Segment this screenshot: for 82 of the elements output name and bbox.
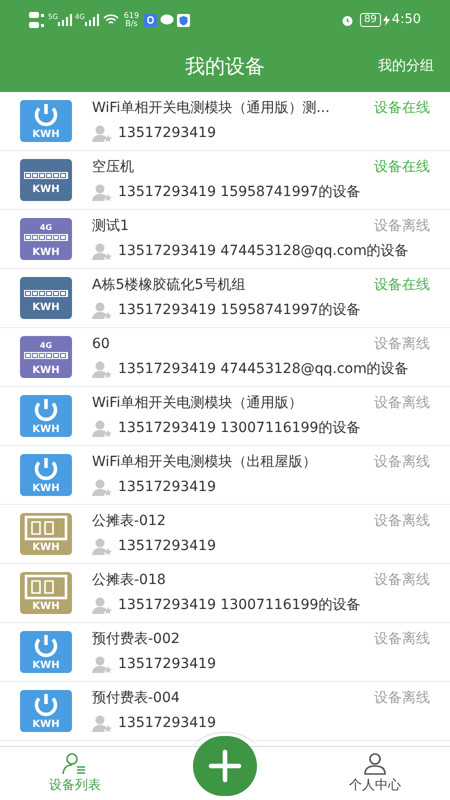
user-star-icon [92,714,112,732]
device-row[interactable]: KWH 空压机 设备在线 13517293419 15958741997的设备 [0,151,450,210]
device-owner: 13517293419 [118,537,216,556]
device-status: 设备离线 [374,394,430,413]
device-status: 设备离线 [374,630,430,649]
device-status: 设备离线 [374,512,430,531]
wifi-icon [102,14,119,26]
device-row[interactable]: KWH 公摊表-018 设备离线 13517293419 13007116199的设备 [0,564,450,623]
device-owner: 13517293419 [118,714,216,733]
device-name: 测试1 [92,217,129,236]
chat-bubble-icon [160,14,174,26]
power-meter-icon: KWH [20,690,72,732]
electric-meter-icon: 4G KWH [20,336,72,378]
device-name: 公摊表-012 [92,512,166,531]
device-owner: 13517293419 474453128@qq.com的设备 [118,360,409,379]
user-star-icon [92,242,112,260]
device-status: 设备离线 [374,335,430,354]
power-meter-icon: KWH [20,395,72,437]
device-owner: 13517293419 [118,124,216,143]
user-icon [363,753,387,776]
user-star-icon [92,596,112,614]
nav-tab[interactable]: 个人中心 [300,747,450,800]
device-name: WiFi单相开关电测模块（出租屋版） [92,453,316,472]
power-meter-icon: KWH [20,631,72,673]
device-owner: 13517293419 15958741997的设备 [118,183,360,202]
user-star-icon [92,656,112,674]
device-owner: 13517293419 [118,655,216,674]
user-star-icon [92,538,112,556]
device-status: 设备在线 [374,158,430,177]
device-row[interactable]: KWH A栋5楼橡胶硫化5号机组 设备在线 13517293419 15958741997的设备 [0,269,450,328]
user-star-icon [92,302,112,320]
device-row[interactable]: KWH 预付费表-002 设备离线 13517293419 [0,623,450,682]
user-star-icon [92,478,112,496]
app-notification-icon [144,14,158,26]
electric-meter-icon: KWH [20,159,72,201]
device-status: 设备在线 [374,99,430,118]
device-row[interactable]: 4G KWH 测试1 设备离线 13517293419 474453128@qq.com的设备 [0,210,450,269]
device-row[interactable]: KWH WiFi单相开关电测模块（通用版） 设备离线 13517293419 13007116199的设备 [0,387,450,446]
network-speed-unit: B/s [125,20,138,28]
device-name: 60 [92,335,110,354]
user-star-icon [92,124,112,142]
device-name: WiFi单相开关电测模块（通用版） [92,394,302,413]
electric-meter-icon: KWH [20,277,72,319]
device-owner: 13517293419 474453128@qq.com的设备 [118,242,409,261]
hd-icon [29,10,45,30]
device-status: 设备离线 [374,453,430,472]
device-status: 设备离线 [374,571,430,590]
charging-icon [382,14,390,26]
digital-meter-icon: KWH [20,572,72,614]
user-star-icon [92,420,112,438]
power-meter-icon: KWH [20,454,72,496]
device-owner: 13517293419 13007116199的设备 [118,419,360,438]
device-owner: 13517293419 [118,478,216,497]
device-name: 预付费表-002 [92,630,180,649]
device-row[interactable]: 4G KWH 60 设备离线 13517293419 474453128@qq.com的设备 [0,328,450,387]
device-row[interactable]: KWH WiFi单相开关电测模块（通用版）测... 设备在线 13517293419 [0,92,450,151]
page-title: 我的设备 [185,53,265,80]
signal-icon [58,14,72,26]
electric-meter-icon: 4G KWH [20,218,72,260]
user-star-icon [92,184,112,202]
device-row[interactable]: KWH 公摊表-012 设备离线 13517293419 [0,505,450,564]
user-list-icon [62,753,88,776]
device-name: A栋5楼橡胶硫化5号机组 [92,276,246,295]
clock: 4:50 [392,11,421,30]
device-name: 公摊表-018 [92,571,166,590]
signal-icon [84,14,99,26]
device-name: 预付费表-004 [92,689,180,708]
device-status: 设备离线 [374,217,430,236]
user-star-icon [92,360,112,378]
device-owner: 13517293419 13007116199的设备 [118,596,360,615]
device-row[interactable]: KWH WiFi单相开关电测模块（出租屋版） 设备离线 13517293419 [0,446,450,505]
digital-meter-icon: KWH [20,513,72,555]
device-owner: 13517293419 15958741997的设备 [118,301,360,320]
shield-icon [177,14,190,26]
network-speed-value: 619 [124,12,140,20]
device-name: 空压机 [92,158,134,177]
device-name: WiFi单相开关电测模块（通用版）测... [92,99,330,118]
device-status: 设备离线 [374,689,430,708]
device-status: 设备在线 [374,276,430,295]
alarm-icon [341,14,354,26]
battery-level: 89 [360,13,381,27]
power-meter-icon: KWH [20,100,72,142]
